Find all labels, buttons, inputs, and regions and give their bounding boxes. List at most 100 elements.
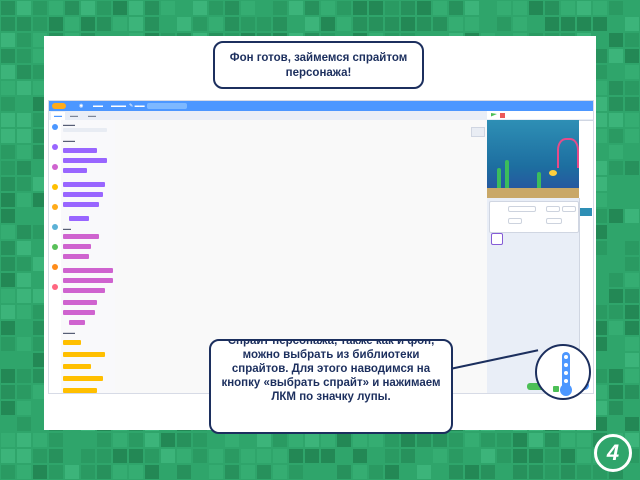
tile: [1, 193, 15, 207]
tile: [465, 1, 479, 15]
looks-block: [63, 168, 87, 173]
tile: [513, 1, 527, 15]
tile: [577, 433, 591, 447]
tile: [465, 465, 479, 479]
sound-block: [63, 254, 89, 259]
tile: [1, 97, 15, 111]
palette-header: ▬▬▬: [63, 122, 75, 127]
tile: [497, 433, 511, 447]
sound-block: [63, 278, 113, 283]
tile: [273, 465, 287, 479]
tile: [625, 49, 639, 63]
cat-sprite-icon[interactable]: [560, 384, 572, 396]
tile: [17, 241, 31, 255]
tile: [561, 17, 575, 31]
y-field: [562, 206, 576, 212]
tile: [625, 465, 639, 479]
seaweed-decoration: [505, 160, 509, 190]
tile: [113, 17, 127, 31]
callout-top-text: Фон готов, займемся спрайтом персонажа!: [229, 52, 408, 79]
tile: [625, 81, 639, 95]
tile: [529, 1, 543, 15]
tile: [609, 17, 623, 31]
tile: [17, 257, 31, 271]
tile: [609, 321, 623, 335]
tile: [17, 161, 31, 175]
tile: [609, 273, 623, 287]
stage-canvas: [487, 120, 579, 198]
edit-menu: ▬▬▬: [111, 103, 126, 109]
upload-icon[interactable]: [564, 379, 568, 383]
tile: [369, 17, 383, 31]
tile: [33, 17, 47, 31]
tile: [1, 433, 15, 447]
tile: [193, 449, 207, 463]
tile: [17, 321, 31, 335]
tile: [177, 433, 191, 447]
tile: [625, 97, 639, 111]
tile: [17, 65, 31, 79]
tutorials-menu: ✎ ▬▬: [129, 103, 145, 109]
sound-block: [63, 288, 105, 293]
tile: [257, 449, 271, 463]
tile: [1, 33, 15, 47]
tile: [385, 433, 399, 447]
tile: [17, 113, 31, 127]
tile: [33, 465, 47, 479]
tile: [625, 193, 639, 207]
stop-icon: [500, 113, 505, 118]
category-operators: [52, 244, 58, 250]
callout-bottom: Спрайт персонажа, также как и фон, можно…: [209, 339, 453, 434]
category-sound: [52, 164, 58, 170]
tile: [401, 449, 415, 463]
tile: [129, 17, 143, 31]
tile: [401, 433, 415, 447]
tile: [417, 465, 431, 479]
tile: [401, 465, 415, 479]
tile: [609, 161, 623, 175]
tile: [609, 65, 623, 79]
magnifier-icon[interactable]: [564, 355, 568, 359]
tile: [289, 17, 303, 31]
tile: [1, 257, 15, 271]
tile: [1, 465, 15, 479]
tile: [625, 401, 639, 415]
tile: [1, 177, 15, 191]
tile: [193, 17, 207, 31]
tile: [609, 417, 623, 431]
tile: [609, 353, 623, 367]
tile: [625, 33, 639, 47]
tile: [609, 241, 623, 255]
sprite-thumbnail: [471, 127, 485, 137]
tile: [113, 449, 127, 463]
callout-top: Фон готов, займемся спрайтом персонажа!: [213, 41, 424, 89]
category-myblocks: [52, 284, 58, 290]
surprise-icon[interactable]: [564, 371, 568, 375]
tile: [209, 17, 223, 31]
tile: [177, 449, 191, 463]
paint-icon[interactable]: [564, 363, 568, 367]
tile: [17, 337, 31, 351]
tile: [465, 17, 479, 31]
tile: [129, 1, 143, 15]
sound-block: [69, 320, 85, 325]
tile: [481, 449, 495, 463]
tile: [1, 289, 15, 303]
tile: [305, 433, 319, 447]
tile: [1, 337, 15, 351]
events-block: [63, 352, 105, 357]
tile: [145, 1, 159, 15]
tile: [65, 1, 79, 15]
tile: [497, 465, 511, 479]
tile: [257, 1, 271, 15]
tile: [209, 1, 223, 15]
palette-header: ▬▬▬: [63, 330, 75, 335]
events-block: [63, 364, 91, 369]
tile: [81, 433, 95, 447]
tile: [81, 1, 95, 15]
scratch-menu-bar: ◉ ▬▬ ▬▬▬ ✎ ▬▬: [49, 101, 593, 111]
tile: [625, 337, 639, 351]
tile: [529, 465, 543, 479]
tile: [17, 417, 31, 431]
tile: [497, 17, 511, 31]
